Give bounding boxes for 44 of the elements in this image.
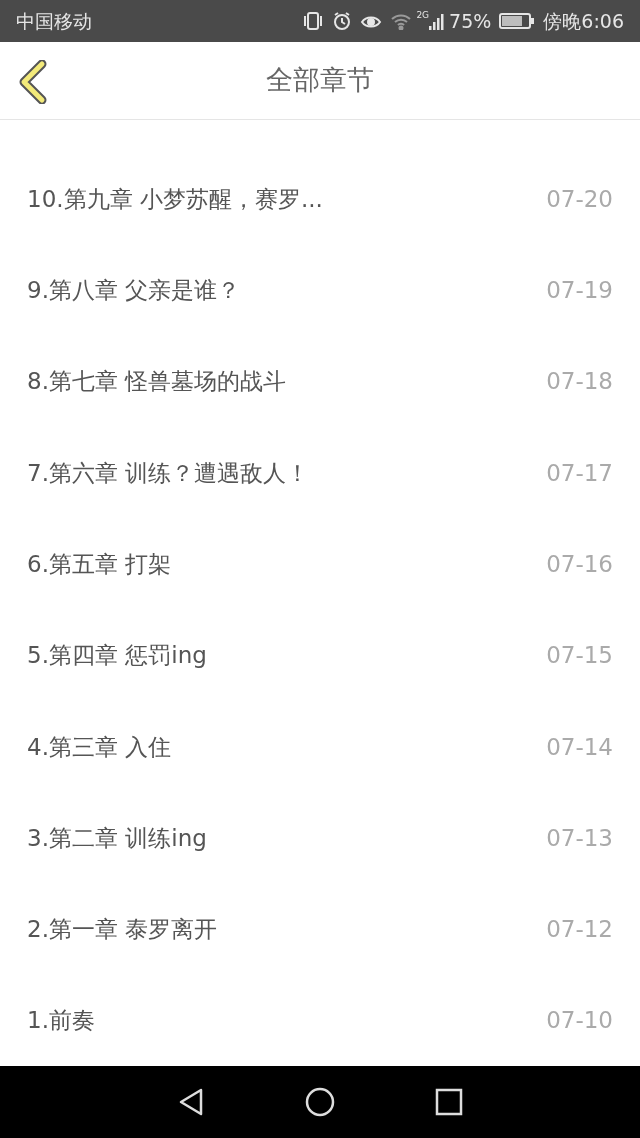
- chapter-row[interactable]: 2.第一章 泰罗离开 07-12: [0, 883, 640, 975]
- network-type: 2G: [416, 9, 430, 22]
- chapter-date: 07-17: [546, 458, 613, 488]
- chapter-date: 07-18: [546, 367, 613, 397]
- chapter-title: 5.第四章 惩罚ing: [27, 641, 207, 671]
- chapter-title: 8.第七章 怪兽墓场的战斗: [27, 367, 287, 397]
- wifi-icon: [390, 11, 413, 30]
- recents-square-icon[interactable]: [435, 1088, 463, 1117]
- chapter-row[interactable]: 1.前奏 07-10: [0, 975, 640, 1067]
- battery-icon: [499, 11, 536, 30]
- clock-time: 傍晚6:06: [543, 8, 624, 34]
- chapter-title: 3.第二章 训练ing: [27, 823, 207, 853]
- carrier-name: 中国移动: [16, 8, 92, 34]
- chapter-row[interactable]: 3.第二章 训练ing 07-13: [0, 792, 640, 884]
- chapter-row[interactable]: 6.第五章 打架 07-16: [0, 518, 640, 610]
- chapter-date: 07-15: [546, 641, 613, 671]
- back-chevron-icon: [18, 59, 48, 104]
- chapter-row[interactable]: 8.第七章 怪兽墓场的战斗 07-18: [0, 335, 640, 428]
- chapter-row[interactable]: 5.第四章 惩罚ing 07-15: [0, 609, 640, 702]
- chapter-date: 07-12: [546, 915, 613, 945]
- chapter-row[interactable]: 7.第六章 训练？遭遇敌人！ 07-17: [0, 427, 640, 519]
- chapter-row[interactable]: 10.第九章 小梦苏醒，赛罗... 07-20: [0, 153, 640, 245]
- chapter-title: 6.第五章 打架: [27, 549, 172, 579]
- chapter-title: 10.第九章 小梦苏醒，赛罗...: [27, 184, 323, 214]
- chapter-date: 07-20: [546, 184, 613, 214]
- signal-icon: [429, 11, 446, 30]
- chapter-date: 07-14: [546, 732, 613, 762]
- chapter-row[interactable]: 4.第三章 入住 07-14: [0, 701, 640, 793]
- back-triangle-icon[interactable]: [177, 1087, 205, 1118]
- chapter-row[interactable]: 9.第八章 父亲是谁？ 07-19: [0, 244, 640, 336]
- page-title: 全部章节: [266, 63, 374, 98]
- chapter-title: 4.第三章 入住: [27, 732, 172, 762]
- chapter-date: 07-19: [546, 276, 613, 306]
- battery-percent: 75%: [449, 8, 492, 34]
- chapter-date: 07-16: [546, 549, 613, 579]
- chapter-title: 2.第一章 泰罗离开: [27, 915, 218, 945]
- chapter-title: 1.前奏: [27, 1006, 95, 1036]
- chapter-date: 07-13: [546, 823, 613, 853]
- vibrate-icon: [302, 10, 325, 31]
- home-circle-icon[interactable]: [305, 1087, 335, 1118]
- chapter-title: 7.第六章 训练？遭遇敌人！: [27, 458, 310, 488]
- chapter-title: 9.第八章 父亲是谁？: [27, 276, 241, 306]
- chapter-date: 07-10: [546, 1006, 613, 1036]
- alarm-icon: [332, 10, 353, 31]
